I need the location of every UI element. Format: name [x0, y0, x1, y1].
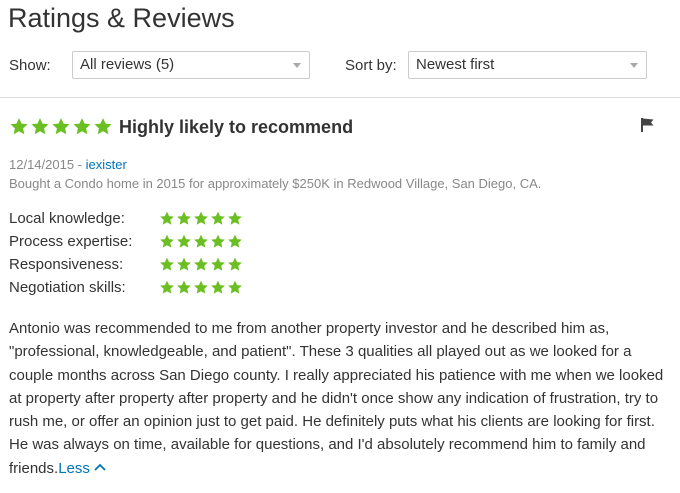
review-headline: Highly likely to recommend [119, 117, 354, 137]
show-filter-value: All reviews (5) [80, 56, 175, 73]
star-icon [10, 118, 28, 135]
star-icon [177, 257, 191, 271]
sub-rating-row: Responsiveness: [9, 256, 242, 279]
chevron-down-icon [630, 63, 638, 68]
chevron-down-icon [293, 63, 301, 68]
star-icon [194, 211, 208, 225]
flag-icon[interactable] [640, 117, 656, 138]
transaction-info: Bought a Condo home in 2015 for approxim… [9, 176, 542, 191]
page-title: Ratings & Reviews [8, 3, 235, 33]
sub-rating-stars [159, 279, 243, 295]
meta-separator: - [74, 157, 86, 172]
star-icon [228, 211, 242, 225]
star-icon [211, 234, 225, 248]
review-body: Antonio was recommended to me from anoth… [9, 317, 669, 480]
less-label: Less [58, 459, 90, 477]
sort-label: Sort by: [345, 57, 397, 74]
overall-rating-stars [9, 116, 113, 136]
star-icon [211, 280, 225, 294]
review-meta: 12/14/2015 - iexister [9, 157, 127, 172]
star-icon [194, 257, 208, 271]
sub-rating-row: Process expertise: [9, 233, 242, 256]
star-icon [177, 234, 191, 248]
sub-rating-stars [159, 233, 243, 249]
star-icon [228, 257, 242, 271]
star-icon [160, 234, 174, 248]
star-icon [31, 118, 49, 135]
star-icon [160, 280, 174, 294]
star-icon [73, 118, 91, 135]
sub-rating-label: Local knowledge: [9, 210, 125, 227]
star-icon [228, 234, 242, 248]
review-text: Antonio was recommended to me from anoth… [9, 320, 664, 477]
star-icon [160, 257, 174, 271]
reviewer-link[interactable]: iexister [86, 157, 127, 172]
star-icon [211, 211, 225, 225]
sub-rating-stars [159, 256, 243, 272]
star-icon [194, 234, 208, 248]
show-label: Show: [9, 57, 51, 74]
star-icon [52, 118, 70, 135]
star-icon [160, 211, 174, 225]
chevron-up-icon [94, 463, 106, 471]
star-icon [228, 280, 242, 294]
sort-value: Newest first [416, 56, 495, 73]
star-icon [177, 280, 191, 294]
review-date: 12/14/2015 [9, 157, 75, 172]
sub-rating-label: Responsiveness: [9, 256, 124, 273]
sub-rating-stars [159, 210, 243, 226]
section-divider [0, 97, 680, 98]
show-filter-select[interactable]: All reviews (5) [72, 51, 310, 79]
star-icon [194, 280, 208, 294]
star-icon [177, 211, 191, 225]
sort-select[interactable]: Newest first [408, 51, 647, 79]
sub-rating-label: Process expertise: [9, 233, 133, 250]
sub-rating-row: Local knowledge: [9, 210, 242, 233]
star-icon [211, 257, 225, 271]
less-toggle[interactable]: Less [58, 460, 107, 477]
sub-ratings: Local knowledge: Process expertise: Resp… [9, 210, 242, 302]
star-icon [94, 118, 112, 135]
sub-rating-label: Negotiation skills: [9, 279, 126, 296]
sub-rating-row: Negotiation skills: [9, 279, 242, 302]
